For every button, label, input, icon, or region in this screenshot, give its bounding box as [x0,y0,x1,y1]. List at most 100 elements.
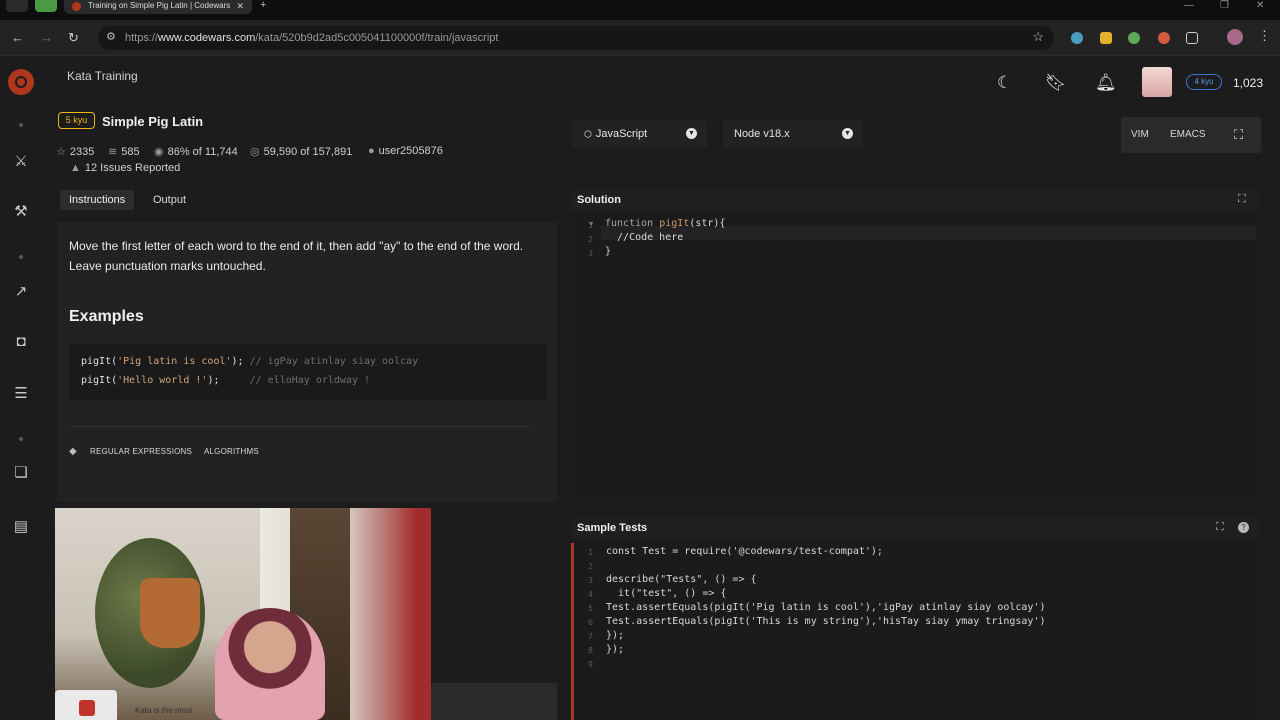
author-stat[interactable]: ● user2505876 [368,145,443,157]
browser-menu-icon[interactable]: ⋮ [1258,28,1271,44]
tab-group-button[interactable] [35,0,57,12]
practice-icon[interactable]: ⚒ [11,202,31,222]
solution-title: Solution [577,194,621,206]
code-line: Test.assertEquals(pigIt('This is my stri… [606,616,1046,627]
fullscreen-icon[interactable]: ⛶ [1234,117,1243,153]
user-avatar[interactable] [1142,67,1172,97]
author-name: user2505876 [378,145,443,157]
warning-icon: ▲ [70,162,81,174]
window-close-icon[interactable]: ✕ [1256,0,1264,11]
docs-icon[interactable]: ❏ [11,463,31,483]
code-line: it("test", () => { [606,588,727,599]
video-logo-overlay [55,690,117,720]
sample-tests-editor[interactable]: 1 2 3 4 5 6 7 8 9 const Test = require('… [571,540,1260,720]
line-number: 3 [588,249,593,258]
expand-icon[interactable]: ⛶ [1216,521,1224,534]
moon-icon[interactable]: ☾ [997,73,1012,93]
kyu-badge: 5 kyu [58,112,95,129]
honor-score: 1,023 [1233,76,1264,90]
target-icon: ◎ [250,146,260,158]
tag-regular-expressions[interactable]: REGULAR EXPRESSIONS [90,447,192,456]
tab-close-icon[interactable]: ✕ [236,0,244,12]
extension-icon[interactable] [1071,32,1083,44]
satisfaction-stat: ◉ 86% of 11,744 [154,145,238,158]
video-caption: Kata is the most [135,706,193,715]
sidebar-divider [19,123,23,127]
forward-icon[interactable]: → [40,30,53,45]
train-icon[interactable]: ⚔ [11,152,31,172]
example-line: pigIt('Pig latin is cool'); // igPay ati… [81,356,419,367]
thumbs-up-icon: ◉ [154,146,164,158]
line-number: 4 [588,590,593,599]
extension-icon[interactable] [1100,32,1112,44]
line-number: 9 [588,660,593,669]
codewars-favicon-icon [72,2,81,11]
bookmark-star-icon[interactable]: ☆ [1032,29,1044,45]
sidebar-divider [19,437,23,441]
code-line: const Test = require('@codewars/test-com… [606,546,883,557]
profile-avatar-icon[interactable] [1227,29,1243,45]
code-line: //Code here [605,232,684,243]
minimize-icon[interactable]: — [1184,0,1194,11]
stars-stat[interactable]: ☆ 2335 [56,145,94,158]
tab-output[interactable]: Output [144,190,195,210]
browser-tab-title: Training on Simple Pig Latin | Codewars [88,1,231,10]
completed-value: 59,590 of 157,891 [263,146,353,158]
sample-tests-header: Sample Tests ⛶ ? [571,517,1260,539]
bookmark-icon[interactable]: 🔖︎ [1045,73,1067,93]
line-gutter: 1 2 3 [571,212,601,497]
tab-instructions[interactable]: Instructions [60,190,135,210]
restore-icon[interactable]: ❐ [1220,0,1229,11]
line-gutter: 1 2 3 4 5 6 7 8 9 [571,540,601,720]
sidebar-divider [19,255,23,259]
line-number: 6 [588,618,593,627]
chevron-down-icon: ▼ [686,128,697,139]
collections-stat[interactable]: ≋ 585 [108,145,140,158]
url-field[interactable]: ⚙ https://www.codewars.com/kata/520b9d2a… [98,26,1054,50]
expand-icon[interactable]: ⛶ [1238,193,1246,206]
leaderboards-icon[interactable]: ↗ [11,282,31,302]
kata-description: Move the first letter of each word to th… [69,239,524,273]
extensions-puzzle-icon[interactable] [1186,32,1198,44]
language-select[interactable]: ⬡ JavaScript ▼ [572,120,707,148]
rank-badge: 4 kyu [1186,74,1222,90]
line-number: 1 [588,548,593,557]
runtime-select[interactable]: Node v18.x ▼ [723,120,863,148]
webcam-video: Kata is the most [55,508,431,720]
codewars-logo-icon[interactable] [8,69,34,95]
discord-icon[interactable]: ◘ [11,332,31,352]
stars-value: 2335 [69,146,95,158]
collection-icon: ≋ [108,146,118,158]
extension-icon[interactable] [1128,32,1140,44]
vim-mode-button[interactable]: VIM [1131,117,1149,153]
extension-icon[interactable] [1158,32,1170,44]
line-number: 2 [588,562,593,571]
completed-stat: ◎ 59,590 of 157,891 [250,145,352,158]
discussions-icon[interactable]: ☰ [11,384,31,404]
blog-icon[interactable]: ▤ [11,517,31,537]
examples-heading: Examples [69,308,144,325]
code-line: }); [606,630,625,641]
site-info-icon[interactable]: ⚙ [106,30,116,43]
editor-mode-toolbar: VIM EMACS ⛶ [1121,117,1261,153]
video-person [215,608,325,720]
line-number: 3 [588,576,593,585]
browser-tab-bar: Training on Simple Pig Latin | Codewars … [0,0,1280,20]
new-tab-icon[interactable]: + [260,0,266,11]
browser-tab[interactable]: Training on Simple Pig Latin | Codewars … [64,0,252,14]
back-icon[interactable]: ← [11,30,24,45]
bell-icon[interactable]: 🔔︎ [1095,73,1117,93]
issues-text: 12 Issues Reported [84,162,181,174]
solution-header: Solution ⛶ [571,189,1260,211]
kata-title: Simple Pig Latin [102,114,204,129]
emacs-mode-button[interactable]: EMACS [1170,117,1206,153]
tag-algorithms[interactable]: ALGORITHMS [204,447,259,456]
sample-tests-title: Sample Tests [577,522,648,534]
issues-link[interactable]: ▲ 12 Issues Reported [70,162,180,174]
line-number: 7 [588,632,593,641]
reload-icon[interactable]: ↻ [68,30,79,46]
fold-icon[interactable]: ▼ [589,220,593,228]
tab-search-button[interactable] [6,0,28,12]
solution-editor[interactable]: 1 2 3 ▼ function pigIt(str){ //Code here… [571,212,1260,497]
help-icon[interactable]: ? [1238,522,1249,533]
